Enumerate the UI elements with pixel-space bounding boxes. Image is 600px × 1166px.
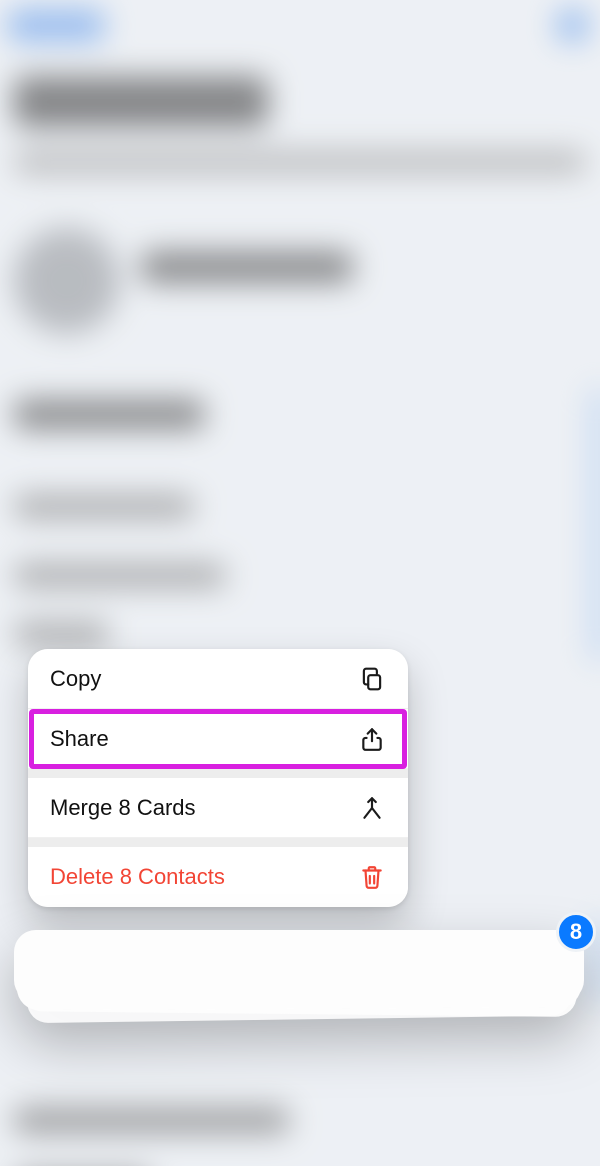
menu-item-label: Delete 8 Contacts — [50, 864, 225, 890]
menu-item-copy[interactable]: Copy — [28, 649, 408, 709]
menu-separator — [28, 838, 408, 847]
share-icon — [358, 725, 386, 753]
menu-item-share[interactable]: Share — [28, 709, 408, 769]
dragged-cards-stack[interactable] — [14, 930, 584, 1020]
menu-separator — [28, 769, 408, 778]
menu-item-label: Merge 8 Cards — [50, 795, 196, 821]
menu-item-merge[interactable]: Merge 8 Cards — [28, 778, 408, 838]
menu-item-label: Copy — [50, 666, 101, 692]
badge-count: 8 — [570, 919, 582, 945]
menu-item-label: Share — [50, 726, 109, 752]
menu-item-delete[interactable]: Delete 8 Contacts — [28, 847, 408, 907]
copy-icon — [358, 665, 386, 693]
stack-count-badge: 8 — [556, 912, 596, 952]
context-menu: Copy Share Merge 8 Cards Delete 8 Contac… — [28, 649, 408, 907]
trash-icon — [358, 863, 386, 891]
merge-icon — [358, 794, 386, 822]
